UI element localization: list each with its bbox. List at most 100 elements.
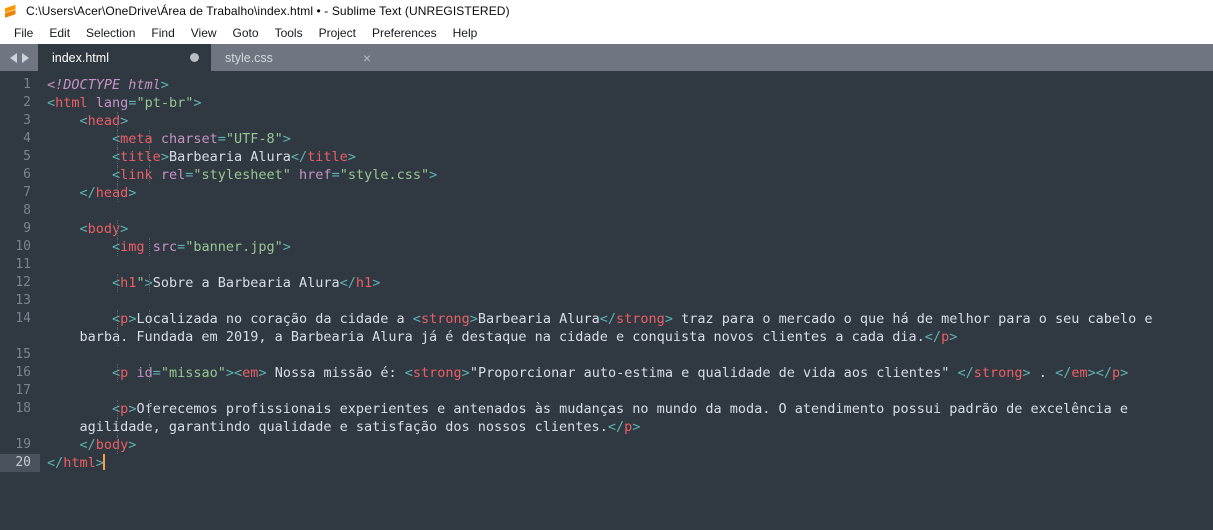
token-punc: >: [347, 149, 356, 165]
indent-guide: [117, 328, 119, 346]
code-line[interactable]: 10 <img src="banner.jpg">: [0, 238, 1213, 256]
line-number: 3: [23, 113, 31, 128]
status-strip: [0, 525, 1213, 530]
indent-guide: [117, 436, 119, 454]
token-attr: lang: [95, 95, 129, 111]
token-tag: title: [307, 149, 348, 165]
code-text: <meta charset="UTF-8">: [40, 130, 1213, 148]
code-line[interactable]: 9 <body>: [0, 220, 1213, 238]
menu-item-goto[interactable]: Goto: [225, 24, 267, 43]
token-txt: Sobre a Barbearia Alura: [152, 275, 340, 291]
token-attrg: "missao": [160, 365, 226, 381]
token-punc: >: [1022, 365, 1031, 381]
code-text: <p>Localizada no coração da cidade a <st…: [40, 310, 1213, 328]
next-tab-arrow-icon[interactable]: [21, 52, 29, 63]
token-txt: agilidade, garantindo qualidade e satisf…: [79, 419, 608, 435]
line-number: 10: [15, 239, 31, 254]
tab-bar: index.html style.css ×: [0, 44, 1213, 71]
tab-index-html[interactable]: index.html: [38, 44, 211, 71]
code-line[interactable]: 2 <html lang="pt-br">: [0, 94, 1213, 112]
code-line[interactable]: agilidade, garantindo qualidade e satisf…: [0, 418, 1213, 436]
indent-guide: [117, 238, 119, 256]
code-line[interactable]: 7 </head>: [0, 184, 1213, 202]
line-number: [0, 418, 40, 436]
token-punc: =: [152, 365, 161, 381]
menu-item-selection[interactable]: Selection: [78, 24, 143, 43]
token-tag: html: [55, 95, 88, 111]
tab-style-css[interactable]: style.css ×: [211, 44, 383, 71]
token-punc: >: [128, 437, 137, 453]
code-text: <html lang="pt-br">: [40, 94, 1213, 112]
token-txt: Oferecemos profissionais experientes e a…: [136, 401, 1129, 417]
menu-item-help[interactable]: Help: [445, 24, 486, 43]
unsaved-changes-dot-icon[interactable]: [190, 53, 199, 62]
code-line[interactable]: 16 <p id="missao"><em> Nossa missão é: <…: [0, 364, 1213, 382]
indent-guide: [149, 400, 151, 418]
indent-guide: [117, 400, 119, 418]
prev-tab-arrow-icon[interactable]: [9, 52, 17, 63]
menu-item-file[interactable]: File: [6, 24, 41, 43]
code-text: <h1">Sobre a Barbearia Alura</h1>: [40, 274, 1213, 292]
code-text: </head>: [40, 184, 1213, 202]
token-attrg: "stylesheet": [193, 167, 291, 183]
line-number: 15: [15, 347, 31, 362]
code-line[interactable]: 4 <meta charset="UTF-8">: [0, 130, 1213, 148]
code-text: </body>: [40, 436, 1213, 454]
code-line[interactable]: 17: [0, 382, 1213, 400]
line-number: 8: [23, 203, 31, 218]
code-line[interactable]: 1 <!DOCTYPE html>: [0, 76, 1213, 94]
line-number: 12: [15, 275, 31, 290]
code-line[interactable]: 18 <p>Oferecemos profissionais experient…: [0, 400, 1213, 418]
indent-guide: [117, 112, 119, 130]
token-tag: em: [1071, 365, 1088, 381]
token-punc: >: [949, 329, 958, 345]
code-text: <link rel="stylesheet" href="style.css">: [40, 166, 1213, 184]
token-tag: h1: [120, 275, 137, 291]
code-line[interactable]: 13: [0, 292, 1213, 310]
code-line[interactable]: barba. Fundada em 2019, a Barbearia Alur…: [0, 328, 1213, 346]
menu-item-preferences[interactable]: Preferences: [364, 24, 445, 43]
code-line[interactable]: 20 </html>: [0, 454, 1213, 472]
token-punc: >: [461, 365, 470, 381]
code-line[interactable]: 14 <p>Localizada no coração da cidade a …: [0, 310, 1213, 328]
code-line[interactable]: 11: [0, 256, 1213, 274]
token-txt: Localizada no coração da cidade a: [136, 311, 413, 327]
token-punc: </: [79, 437, 96, 453]
indent-guide: [117, 220, 119, 238]
token-tag: body: [87, 221, 121, 237]
menu-item-find[interactable]: Find: [143, 24, 182, 43]
code-line[interactable]: 12 <h1">Sobre a Barbearia Alura</h1>: [0, 274, 1213, 292]
line-number: 4: [23, 131, 31, 146]
code-text: <p id="missao"><em> Nossa missão é: <str…: [40, 364, 1213, 382]
menu-item-project[interactable]: Project: [311, 24, 364, 43]
code-line[interactable]: 5 <title>Barbearia Alura</title>: [0, 148, 1213, 166]
code-text: <p>Oferecemos profissionais experientes …: [40, 400, 1213, 418]
menu-item-view[interactable]: View: [183, 24, 225, 43]
code-line[interactable]: 8: [0, 202, 1213, 220]
token-punc: >: [429, 167, 438, 183]
code-editor[interactable]: 1 <!DOCTYPE html> 2 <html lang="pt-br"> 3 <h…: [0, 71, 1213, 525]
code-line[interactable]: 15: [0, 346, 1213, 364]
line-number: 17: [15, 383, 31, 398]
token-tag: title: [120, 149, 161, 165]
menu-item-tools[interactable]: Tools: [267, 24, 311, 43]
code-line[interactable]: 3 <head>: [0, 112, 1213, 130]
code-line[interactable]: 19 </body>: [0, 436, 1213, 454]
code-text: <head>: [40, 112, 1213, 130]
line-number: 2: [23, 95, 31, 110]
token-tag: h1: [355, 275, 373, 291]
token-tag: p: [1112, 365, 1121, 381]
menu-item-edit[interactable]: Edit: [41, 24, 78, 43]
code-text: agilidade, garantindo qualidade e satisf…: [40, 418, 1213, 436]
code-line[interactable]: 6 <link rel="stylesheet" href="style.css…: [0, 166, 1213, 184]
token-punc: >: [225, 365, 235, 381]
code-text: <title>Barbearia Alura</title>: [40, 148, 1213, 166]
close-tab-icon[interactable]: ×: [357, 51, 371, 65]
